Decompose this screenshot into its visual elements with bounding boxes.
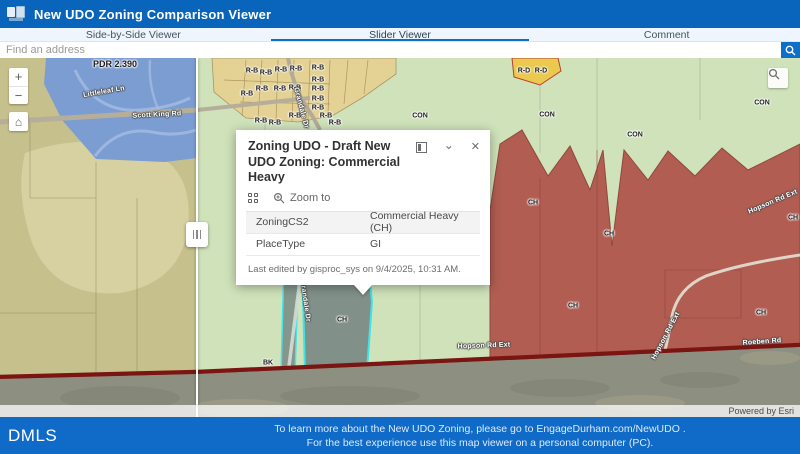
table-row: PlaceType GI [246,234,480,256]
tab-comment[interactable]: Comment [533,28,800,41]
search-icon [768,68,780,80]
app-header: New UDO Zoning Comparison Viewer [0,0,800,28]
field-value: Commercial Heavy (CH) [366,210,480,234]
feature-popup: ⌄ ✕ Zoning UDO - Draft New UDO Zoning: C… [236,130,490,285]
zoom-in-button[interactable]: + [9,68,28,87]
dock-popup-icon[interactable] [416,142,427,153]
drag-handle-icon [193,230,195,239]
zoom-to-magnifier-icon [273,192,285,204]
map-search-button[interactable] [768,68,788,88]
app-footer: DMLS To learn more about the New UDO Zon… [0,417,800,454]
search-input[interactable] [0,42,781,58]
search-button[interactable] [781,42,800,58]
footer-line2: For the best experience use this map vie… [180,436,780,450]
search-icon [785,45,796,56]
footer-line1: To learn more about the New UDO Zoning, … [180,422,780,436]
viewer-tabs: Side-by-Side Viewer Slider Viewer Commen… [0,28,800,42]
brand-text: DMLS [8,426,57,446]
zoom-out-button[interactable]: − [9,87,28,105]
address-search-bar [0,42,800,58]
zoom-to-button[interactable]: Zoom to [273,192,330,204]
field-value: GI [366,238,480,250]
popup-pointer [354,285,372,295]
field-name: ZoningCS2 [246,216,366,228]
slider-handle[interactable] [186,222,208,247]
zoom-control: + − [9,68,28,104]
field-name: PlaceType [246,238,366,250]
table-row: ZoningCS2 Commercial Heavy (CH) [246,212,480,234]
map-attribution: Powered by Esri [0,405,800,417]
zoom-to-label: Zoom to [290,192,330,204]
attribute-table: ZoningCS2 Commercial Heavy (CH) PlaceTyp… [246,211,480,256]
zoning-viewer-app: New UDO Zoning Comparison Viewer Side-by… [0,0,800,454]
durham-planning-logo-icon [7,6,25,22]
home-extent-button[interactable]: ⌂ [9,112,28,131]
app-title: New UDO Zoning Comparison Viewer [34,7,271,22]
chevron-down-icon[interactable]: ⌄ [444,140,454,151]
actions-grid-icon[interactable] [248,193,258,203]
close-icon[interactable]: ✕ [471,142,480,153]
last-edited-note: Last edited by gisproc_sys on 9/4/2025, … [248,264,478,275]
footer-message: To learn more about the New UDO Zoning, … [180,422,780,450]
popup-title: Zoning UDO - Draft New UDO Zoning: Comme… [248,139,420,186]
tab-side-by-side-viewer[interactable]: Side-by-Side Viewer [0,28,267,41]
tab-slider-viewer[interactable]: Slider Viewer [267,28,534,41]
